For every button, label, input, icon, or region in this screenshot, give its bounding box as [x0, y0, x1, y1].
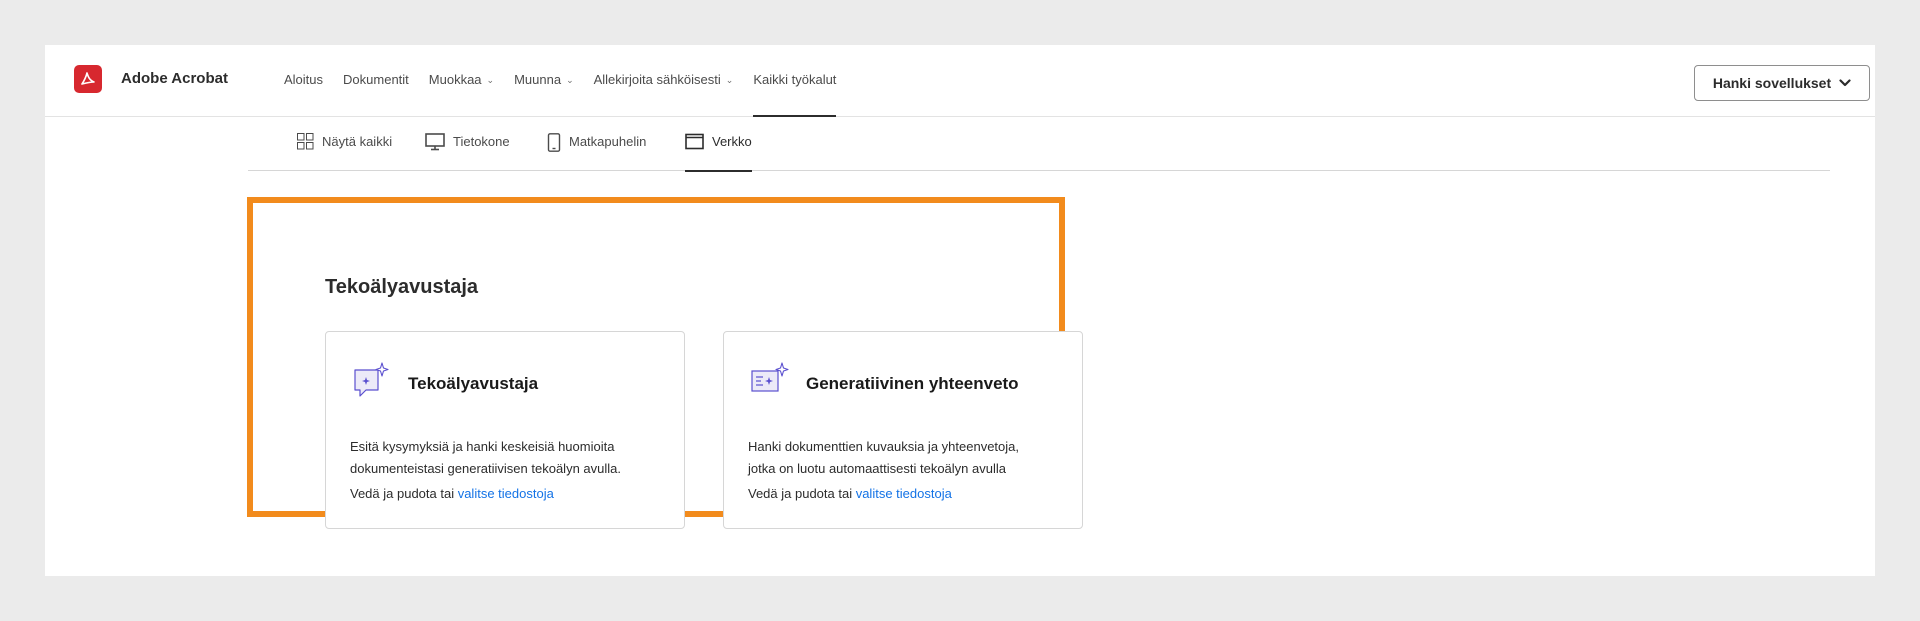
platform-filter-tabs: Näytä kaikki Tietokone Matkapuhelin Verk… — [248, 131, 1830, 172]
chevron-down-icon: ⌄ — [486, 75, 495, 85]
card-upload-hint: Vedä ja pudota tai valitse tiedostoja — [350, 486, 554, 501]
tab-label: Matkapuhelin — [569, 134, 647, 149]
nav-item-label: Allekirjoita sähköisesti — [593, 72, 721, 87]
upload-hint-text: Vedä ja pudota tai — [748, 486, 856, 501]
card-description-line: Esitä kysymyksiä ja hanki keskeisiä huom… — [350, 439, 615, 454]
tab-desktop[interactable]: Tietokone — [425, 131, 510, 171]
upload-hint-text: Vedä ja pudota tai — [350, 486, 458, 501]
card-upload-hint: Vedä ja pudota tai valitse tiedostoja — [748, 486, 952, 501]
tool-card-ai-assistant[interactable]: Tekoälyavustaja Esitä kysymyksiä ja hank… — [325, 331, 685, 529]
mobile-icon — [547, 133, 561, 152]
nav-item-label: Dokumentit — [343, 72, 409, 87]
nav-item-label: Muokkaa — [428, 72, 482, 87]
top-navigation: Adobe Acrobat Aloitus Dokumentit Muokkaa… — [45, 45, 1875, 117]
card-description-line: dokumenteistasi generatiivisen tekoälyn … — [350, 461, 621, 476]
nav-item-aloitus[interactable]: Aloitus — [284, 45, 323, 117]
main-nav: Aloitus Dokumentit Muokkaa ⌄ Muunna ⌄ Alle… — [284, 45, 856, 117]
tab-label: Näytä kaikki — [322, 134, 393, 149]
tab-mobile[interactable]: Matkapuhelin — [547, 131, 646, 171]
card-description-line: Hanki dokumenttien kuvauksia ja yhteenve… — [748, 439, 1019, 454]
tab-label: Verkko — [712, 134, 752, 149]
nav-item-label: Muunna — [514, 72, 562, 87]
section-title: Tekoälyavustaja — [325, 276, 479, 298]
browser-window-icon — [685, 133, 704, 150]
nav-item-kaikki-tyokalut[interactable]: Kaikki työkalut — [753, 45, 837, 117]
tab-web[interactable]: Verkko — [685, 131, 752, 172]
tab-show-all[interactable]: Näytä kaikki — [297, 131, 392, 171]
nav-item-dokumentit[interactable]: Dokumentit — [343, 45, 409, 117]
desktop-icon — [425, 133, 445, 151]
ai-summary-sparkle-icon — [751, 362, 789, 392]
nav-item-muunna[interactable]: Muunna ⌄ — [514, 45, 574, 117]
card-description: Hanki dokumenttien kuvauksia ja yhteenve… — [748, 436, 1068, 480]
adobe-acrobat-logo-icon[interactable] — [74, 65, 102, 93]
tool-card-generative-summary[interactable]: Generatiivinen yhteenveto Hanki dokument… — [723, 331, 1083, 529]
card-description: Esitä kysymyksiä ja hanki keskeisiä huom… — [350, 436, 670, 480]
ai-chat-sparkle-icon — [354, 362, 389, 397]
get-apps-label: Hanki sovellukset — [1712, 75, 1832, 91]
card-description-line: jotka on luotu automaattisesti tekoälyn … — [748, 461, 1006, 476]
grid-icon — [297, 133, 314, 150]
card-title: Generatiivinen yhteenveto — [806, 374, 1019, 393]
select-files-link[interactable]: valitse tiedostoja — [458, 486, 554, 501]
get-apps-button[interactable]: Hanki sovellukset — [1694, 65, 1870, 101]
nav-item-label: Kaikki työkalut — [753, 72, 837, 87]
brand-name[interactable]: Adobe Acrobat — [121, 70, 228, 87]
select-files-link[interactable]: valitse tiedostoja — [856, 486, 952, 501]
nav-item-muokkaa[interactable]: Muokkaa ⌄ — [429, 45, 494, 117]
nav-item-allekirjoita[interactable]: Allekirjoita sähköisesti ⌄ — [594, 45, 734, 117]
card-title: Tekoälyavustaja — [408, 374, 539, 393]
chevron-down-icon: ⌄ — [725, 75, 734, 85]
nav-item-label: Aloitus — [284, 72, 324, 87]
tab-label: Tietokone — [453, 134, 510, 149]
chevron-down-icon: ⌄ — [566, 75, 574, 85]
chevron-down-icon — [1839, 79, 1851, 87]
